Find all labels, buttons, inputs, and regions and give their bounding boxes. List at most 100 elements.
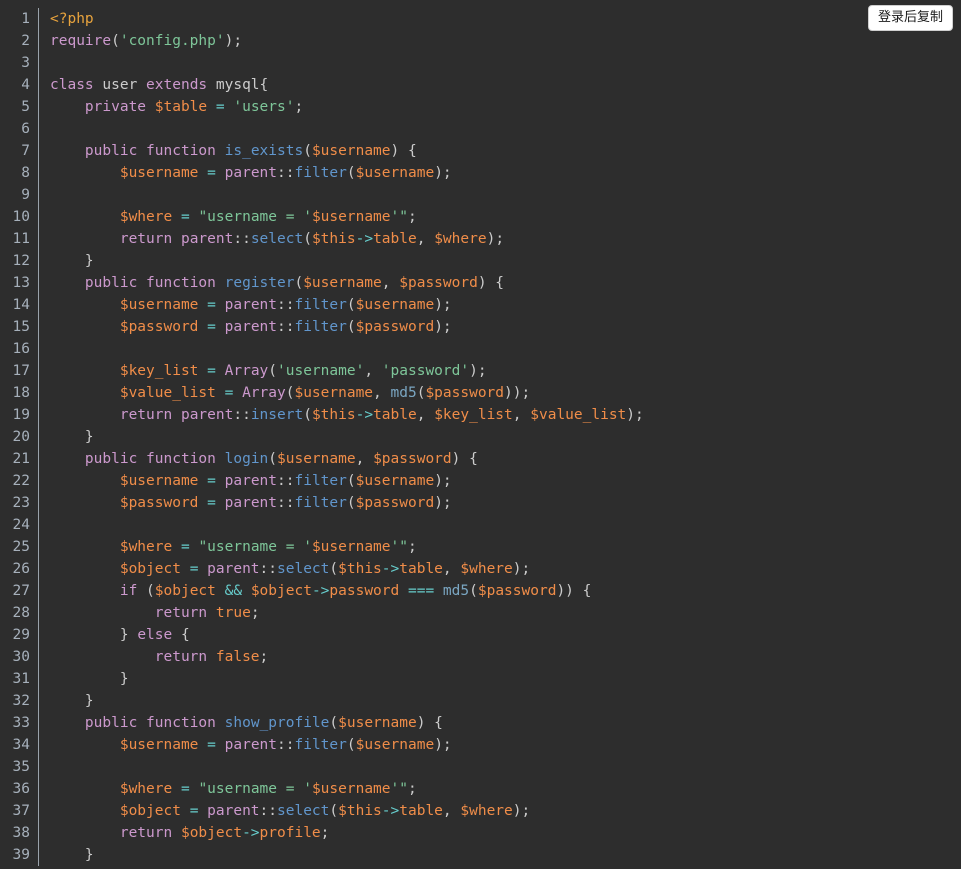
code-token-punct: ( <box>346 473 356 489</box>
code-token-op: = <box>207 737 216 753</box>
code-token-punct: } <box>84 253 94 269</box>
copy-code-button[interactable]: 登录后复制 <box>867 5 953 31</box>
code-token-punct: ; <box>233 33 243 49</box>
code-token-kw: public <box>84 275 138 291</box>
code-token-var: $key_list <box>119 363 199 379</box>
code-token-cls: user <box>102 77 138 93</box>
code-token-punct: :: <box>277 495 295 511</box>
code-line: $object = parent::select($this->table, $… <box>50 800 961 822</box>
code-token-fn: select <box>277 803 330 819</box>
code-line: require('config.php'); <box>50 30 961 52</box>
line-number: 28 <box>12 605 30 621</box>
line-number: 35 <box>12 759 30 775</box>
code-token-kw: parent <box>224 165 278 181</box>
code-token-str: '" <box>390 781 408 797</box>
code-token-punct: ( <box>346 737 356 753</box>
code-token-op: = <box>180 539 190 555</box>
code-token-punct: :: <box>277 297 295 313</box>
code-token-op: = <box>180 209 190 225</box>
code-line: public function login($username, $passwo… <box>50 448 961 470</box>
code-token-fn: filter <box>294 737 347 753</box>
line-number: 2 <box>21 33 30 49</box>
code-line: $username = parent::filter($username); <box>50 470 961 492</box>
code-token-var: $key_list <box>434 407 513 423</box>
code-token-punct: ( <box>294 275 304 291</box>
code-token-op: -> <box>242 825 260 841</box>
code-token-var: $username <box>355 473 435 489</box>
code-token-fn: login <box>224 451 269 467</box>
code-token-kw: parent <box>224 495 278 511</box>
code-token-punct: ; <box>407 539 417 555</box>
line-number: 26 <box>12 561 30 577</box>
line-number: 5 <box>21 99 30 115</box>
code-token-kw: parent <box>224 737 278 753</box>
code-token-kw: return <box>119 231 173 247</box>
code-token-kw: return <box>154 649 208 665</box>
code-token-fn: filter <box>294 319 347 335</box>
code-token-punct: ) <box>504 385 513 401</box>
code-token-op: = <box>207 297 216 313</box>
code-token-var: $object <box>119 803 181 819</box>
code-token-fn: filter <box>294 297 347 313</box>
code-token-kw: public <box>84 451 138 467</box>
code-token-punct: } <box>119 627 129 643</box>
code-token-punct: { <box>407 143 417 159</box>
line-number: 37 <box>12 803 30 819</box>
code-token-var: $password <box>399 275 478 291</box>
code-token-kw: function <box>146 143 216 159</box>
code-token-punct: ; <box>442 319 452 335</box>
code-token-punct: ) <box>512 803 522 819</box>
code-token-op: = <box>207 363 216 379</box>
code-token-punct: ( <box>111 33 120 49</box>
code-token-kw: function <box>146 275 216 291</box>
line-number: 22 <box>12 473 30 489</box>
code-token-punct: , <box>364 363 374 379</box>
code-token-punct: { <box>259 77 269 93</box>
code-token-kw: else <box>137 627 173 643</box>
code-content[interactable]: <?php require('config.php'); class user e… <box>39 8 961 866</box>
line-number: 3 <box>21 55 30 71</box>
code-token-cls: mysql <box>215 77 260 93</box>
code-line: } <box>50 250 961 272</box>
code-token-punct: { <box>434 715 443 731</box>
code-token-op: -> <box>355 231 374 247</box>
code-token-kw: parent <box>224 297 278 313</box>
code-token-op: = <box>207 495 216 511</box>
line-number-gutter: 1 2 3 4 5 6 7 8 9 10 11 12 13 14 15 16 17 18 19 20 21 22 23 24 2… <box>0 8 39 866</box>
line-number: 31 <box>12 671 30 687</box>
line-number: 25 <box>12 539 30 555</box>
code-token-var: $username <box>294 385 374 401</box>
code-line: return parent::select($this->table, $whe… <box>50 228 961 250</box>
code-token-punct: ) <box>390 143 400 159</box>
code-token-kw: Array <box>242 385 286 401</box>
code-token-var: $object <box>250 583 312 599</box>
code-line: } <box>50 690 961 712</box>
code-token-var: $username <box>311 781 391 797</box>
code-token-var: $password <box>373 451 452 467</box>
line-number: 29 <box>12 627 30 643</box>
